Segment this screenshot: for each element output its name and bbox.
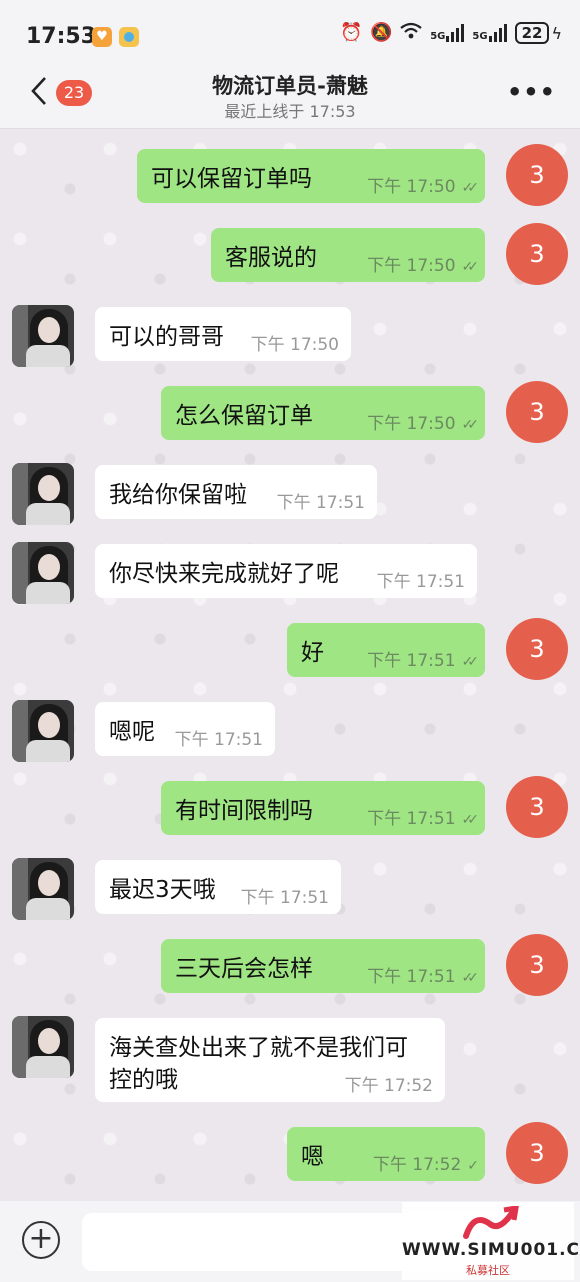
charging-icon: ϟ — [551, 23, 562, 43]
contact-avatar[interactable] — [12, 542, 74, 604]
message-timestamp: 下午 17:50 ✓✓ — [367, 172, 480, 197]
outgoing-message[interactable]: 客服说的 下午 17:50 ✓✓ — [211, 228, 485, 282]
message-timestamp: 下午 17:50 ✓✓ — [367, 409, 480, 434]
signal-label: 5G — [430, 31, 446, 42]
attach-plus-button[interactable]: + — [22, 1221, 60, 1259]
incoming-message[interactable]: 最迟3天哦 下午 17:51 — [95, 860, 341, 914]
self-avatar[interactable]: 3 — [506, 1122, 568, 1184]
message-timestamp: 下午 17:51 ✓✓ — [367, 646, 480, 671]
contact-avatar[interactable] — [12, 463, 74, 525]
status-time: 17:53 — [26, 24, 97, 49]
message-text: 可以的哥哥 — [109, 324, 224, 350]
outgoing-message[interactable]: 怎么保留订单 下午 17:50 ✓✓ — [161, 386, 485, 440]
self-avatar[interactable]: 3 — [506, 934, 568, 996]
outgoing-message[interactable]: 有时间限制吗 下午 17:51 ✓✓ — [161, 781, 485, 835]
message-time: 下午 17:50 — [367, 414, 456, 434]
message-timestamp: 下午 17:51 — [377, 567, 465, 592]
outgoing-message[interactable]: 好 下午 17:51 ✓✓ — [287, 623, 485, 677]
watermark-text: WWW.SIMU001.CN — [402, 1240, 580, 1260]
self-avatar[interactable]: 3 — [506, 223, 568, 285]
outgoing-message[interactable]: 可以保留订单吗 下午 17:50 ✓✓ — [137, 149, 485, 203]
message-time: 下午 17:52 — [344, 1076, 433, 1096]
message-time: 下午 17:51 — [240, 888, 329, 908]
message-text: 海关查处出来了就不是我们可 — [109, 1035, 408, 1061]
incoming-message[interactable]: 你尽快来完成就好了呢 下午 17:51 — [95, 544, 477, 598]
message-text: 嗯呢 — [109, 719, 155, 745]
read-check-icon: ✓✓ — [461, 180, 480, 196]
last-seen-status: 最近上线于 17:53 — [224, 102, 356, 121]
status-bar: 17:53 ♥ ⏰ 🔕 5G 5G 22 ϟ — [0, 0, 580, 72]
app-notification-icon: ♥ — [92, 27, 112, 47]
incoming-message[interactable]: 海关查处出来了就不是我们可 控的哦 下午 17:52 — [95, 1018, 445, 1102]
message-time: 下午 17:51 — [376, 572, 465, 592]
incoming-message[interactable]: 我给你保留啦 下午 17:51 — [95, 465, 377, 519]
chat-title: 物流订单员-萧魅 — [212, 74, 368, 98]
message-time: 下午 17:51 — [174, 730, 263, 750]
message-text: 三天后会怎样 — [175, 956, 313, 982]
message-timestamp: 下午 17:50 ✓✓ — [367, 251, 480, 276]
message-time: 下午 17:52 — [372, 1155, 462, 1175]
signal-label: 5G — [472, 31, 488, 42]
signal-5g-icon-2: 5G — [472, 24, 507, 42]
message-timestamp: 下午 17:52 — [345, 1071, 433, 1096]
message-text-line-2: 控的哦 — [109, 1067, 178, 1093]
wifi-icon — [400, 22, 422, 44]
message-timestamp: 下午 17:50 — [251, 330, 339, 355]
message-list[interactable]: 可以保留订单吗 下午 17:50 ✓✓ 3 客服说的 下午 17:50 ✓✓ 3 可以的哥哥 下午… — [0, 129, 580, 1201]
self-avatar[interactable]: 3 — [506, 144, 568, 206]
message-text: 你尽快来完成就好了呢 — [109, 561, 339, 587]
app-notification-icon-2 — [119, 27, 139, 47]
sent-check-icon: ✓ — [467, 1158, 478, 1174]
read-check-icon: ✓✓ — [461, 259, 480, 275]
mute-icon: 🔕 — [370, 22, 393, 43]
message-timestamp: 下午 17:51 — [175, 725, 263, 750]
watermark-logo-icon — [463, 1206, 519, 1239]
read-check-icon: ✓✓ — [461, 417, 480, 433]
contact-avatar[interactable] — [12, 858, 74, 920]
self-avatar[interactable]: 3 — [506, 776, 568, 838]
message-text: 可以保留订单吗 — [151, 166, 312, 192]
battery-icon: 22 ϟ — [514, 22, 562, 44]
status-icons: ⏰ 🔕 5G 5G 22 ϟ — [340, 22, 562, 44]
message-time: 下午 17:51 — [367, 967, 456, 987]
contact-avatar[interactable] — [12, 1016, 74, 1078]
contact-avatar[interactable] — [12, 700, 74, 762]
more-options-button[interactable]: ••• — [507, 78, 556, 106]
message-text: 嗯 — [301, 1144, 324, 1170]
chat-header: 23 物流订单员-萧魅 最近上线于 17:53 ••• — [0, 72, 580, 129]
message-text: 最迟3天哦 — [109, 877, 216, 903]
outgoing-message[interactable]: 嗯 下午 17:52 ✓ — [287, 1127, 485, 1181]
read-check-icon: ✓✓ — [461, 812, 480, 828]
self-avatar[interactable]: 3 — [506, 381, 568, 443]
watermark: WWW.SIMU001.CN 私募社区 — [402, 1202, 580, 1280]
message-time: 下午 17:51 — [367, 651, 456, 671]
message-time: 下午 17:50 — [367, 177, 456, 197]
read-check-icon: ✓✓ — [461, 654, 480, 670]
read-check-icon: ✓✓ — [461, 970, 480, 986]
battery-level: 22 — [514, 22, 550, 44]
message-time: 下午 17:51 — [367, 809, 456, 829]
outgoing-message[interactable]: 三天后会怎样 下午 17:51 ✓✓ — [161, 939, 485, 993]
message-text: 有时间限制吗 — [175, 798, 313, 824]
message-timestamp: 下午 17:52 ✓ — [372, 1150, 479, 1175]
message-timestamp: 下午 17:51 ✓✓ — [367, 804, 480, 829]
message-timestamp: 下午 17:51 — [277, 488, 365, 513]
message-timestamp: 下午 17:51 — [241, 883, 329, 908]
message-time: 下午 17:51 — [276, 493, 365, 513]
message-text: 好 — [301, 640, 324, 666]
message-text: 怎么保留订单 — [175, 403, 313, 429]
message-timestamp: 下午 17:51 ✓✓ — [367, 962, 480, 987]
contact-avatar[interactable] — [12, 305, 74, 367]
signal-5g-icon: 5G — [430, 24, 465, 42]
incoming-message[interactable]: 可以的哥哥 下午 17:50 — [95, 307, 351, 361]
self-avatar[interactable]: 3 — [506, 618, 568, 680]
alarm-icon: ⏰ — [340, 22, 363, 43]
message-text: 我给你保留啦 — [109, 482, 247, 508]
incoming-message[interactable]: 嗯呢 下午 17:51 — [95, 702, 275, 756]
message-time: 下午 17:50 — [367, 256, 456, 276]
message-text: 客服说的 — [225, 245, 317, 271]
message-time: 下午 17:50 — [250, 335, 339, 355]
watermark-subtext: 私募社区 — [466, 1264, 510, 1277]
